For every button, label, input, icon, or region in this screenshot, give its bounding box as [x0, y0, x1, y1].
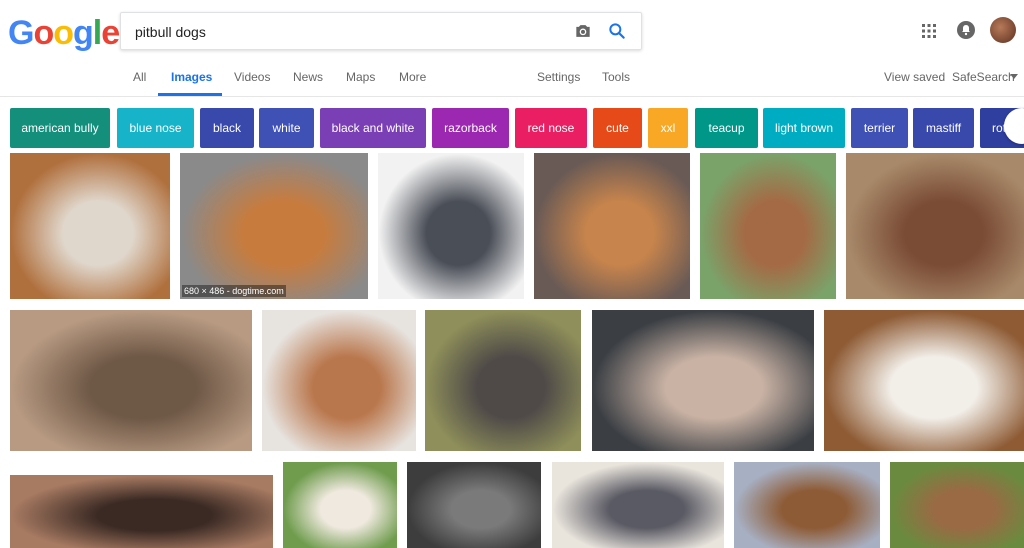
pitbull-image-12[interactable] — [10, 475, 273, 548]
tab-settings[interactable]: Settings — [537, 70, 580, 84]
related-search-chip[interactable]: xxl — [648, 108, 688, 148]
google-logo[interactable]: Google — [8, 14, 120, 53]
related-search-chip[interactable]: american bully — [10, 108, 110, 148]
camera-icon[interactable] — [573, 21, 593, 41]
pitbull-image-10[interactable] — [592, 310, 814, 451]
logo-letter: o — [53, 14, 74, 52]
related-search-chip[interactable]: razorback — [432, 108, 509, 148]
pitbull-image-8[interactable] — [262, 310, 416, 451]
search-tabs: All Images Videos News Maps More Setting… — [0, 62, 1024, 96]
pitbull-image-11[interactable] — [824, 310, 1024, 451]
pitbull-image-5[interactable] — [700, 153, 836, 299]
related-search-chip[interactable]: white — [259, 108, 314, 148]
safesearch-dropdown[interactable]: SafeSearch — [952, 70, 1015, 84]
pitbull-image-16[interactable] — [734, 462, 880, 548]
related-search-chip[interactable]: cute — [593, 108, 642, 148]
pitbull-image-6[interactable] — [846, 153, 1024, 299]
image-dimension-caption: 680 × 486 - dogtime.com — [182, 285, 286, 297]
related-search-chip[interactable]: black and white — [320, 108, 426, 148]
pitbull-image-14[interactable] — [407, 462, 541, 548]
related-search-chip[interactable]: mastiff — [913, 108, 974, 148]
chevron-down-icon — [1010, 74, 1018, 79]
tab-tools[interactable]: Tools — [602, 70, 630, 84]
logo-letter: g — [73, 14, 94, 52]
apps-grid-icon[interactable] — [922, 24, 936, 38]
pitbull-image-4[interactable] — [534, 153, 690, 299]
pitbull-image-9[interactable] — [425, 310, 581, 451]
pitbull-image-17[interactable] — [890, 462, 1024, 548]
tab-videos[interactable]: Videos — [234, 70, 270, 84]
logo-letter: e — [101, 14, 120, 52]
tab-more[interactable]: More — [399, 70, 426, 84]
pitbull-image-13[interactable] — [283, 462, 397, 548]
account-avatar[interactable] — [990, 17, 1016, 43]
tab-news[interactable]: News — [293, 70, 323, 84]
notifications-bell-icon[interactable] — [956, 20, 976, 40]
pitbull-image-2[interactable]: 680 × 486 - dogtime.com — [180, 153, 368, 299]
related-search-chip[interactable]: terrier — [851, 108, 908, 148]
pitbull-image-3[interactable] — [378, 153, 524, 299]
logo-letter: o — [33, 14, 54, 52]
related-search-chip[interactable]: red nose — [515, 108, 587, 148]
search-input[interactable] — [133, 13, 557, 51]
search-box — [120, 12, 642, 51]
related-searches-bar: american bully blue nose black white black a… — [0, 106, 1024, 148]
header: Google All Images Videos News Maps More … — [0, 0, 1024, 97]
search-icon[interactable] — [607, 21, 627, 41]
active-tab-indicator — [158, 93, 222, 96]
logo-letter: G — [8, 14, 34, 52]
tab-maps[interactable]: Maps — [346, 70, 375, 84]
tab-images[interactable]: Images — [171, 70, 212, 84]
related-search-chip[interactable]: light brown — [763, 108, 845, 148]
tab-all[interactable]: All — [133, 70, 146, 84]
pitbull-image-15[interactable] — [552, 462, 724, 548]
view-saved-link[interactable]: View saved — [884, 70, 945, 84]
logo-letter: l — [92, 14, 103, 52]
related-search-chip[interactable]: blue nose — [117, 108, 194, 148]
pitbull-image-1[interactable] — [10, 153, 170, 299]
related-search-chip[interactable]: black — [200, 108, 254, 148]
related-search-chip[interactable]: teacup — [695, 108, 758, 148]
pitbull-image-7[interactable] — [10, 310, 252, 451]
